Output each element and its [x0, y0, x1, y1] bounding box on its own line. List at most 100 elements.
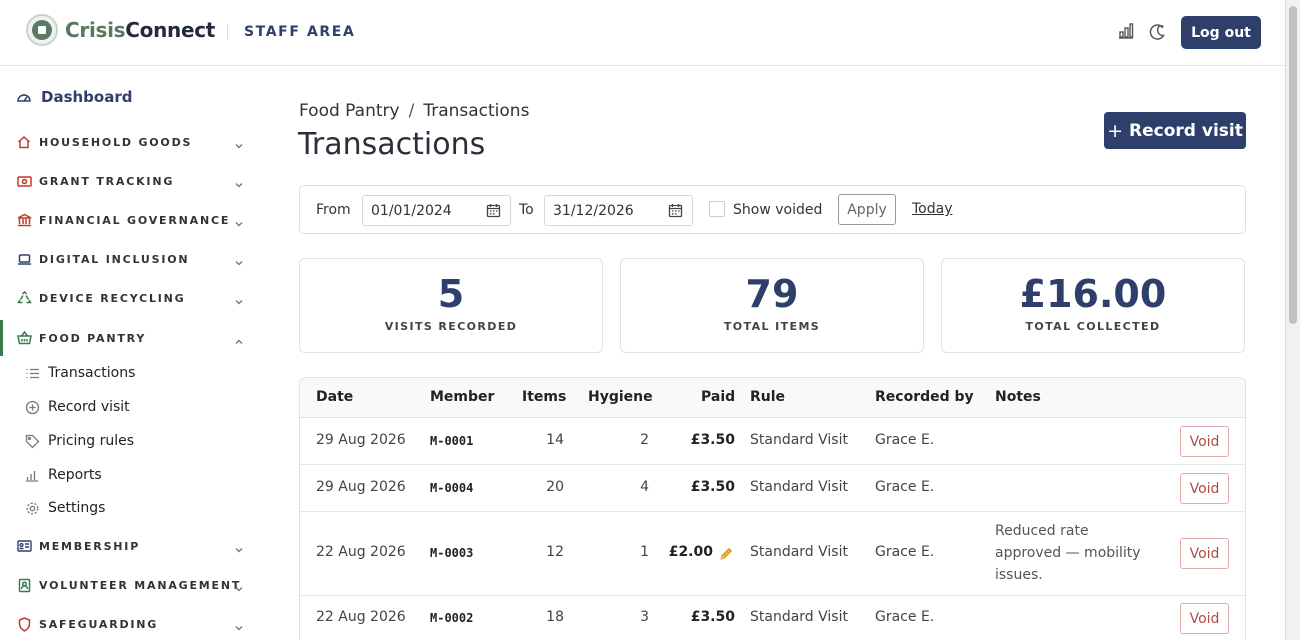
cell-rule: Standard Visit: [750, 479, 848, 495]
sidebar-item-transactions[interactable]: Transactions: [24, 365, 135, 381]
sidebar-item-dashboard[interactable]: Dashboard: [16, 88, 132, 106]
table-row: 29 Aug 2026 M-0004 20 4 £3.50 Standard V…: [300, 465, 1245, 512]
from-date-value: 01/01/2024: [371, 202, 452, 219]
gear-icon: [24, 500, 40, 516]
show-voided-checkbox[interactable]: [709, 201, 725, 217]
show-voided-label[interactable]: Show voided: [733, 202, 822, 218]
dashboard-label: Dashboard: [41, 88, 133, 106]
brand-name: CrisisConnect: [65, 18, 216, 42]
shield-icon: [16, 616, 32, 632]
table-row: 22 Aug 2026 M-0003 12 1 £2.00 Standard V…: [300, 512, 1245, 596]
today-link[interactable]: Today: [912, 201, 953, 217]
stat-card-collected: £16.00 Total collected: [941, 258, 1245, 353]
cell-rule: Standard Visit: [750, 609, 848, 625]
sidebar-group-grant-tracking[interactable]: Grant Tracking: [0, 163, 262, 199]
sidebar-group-label: Household Goods: [39, 135, 193, 149]
table-row: 22 Aug 2026 M-0002 18 3 £3.50 Standard V…: [300, 596, 1245, 640]
cell-rule: Standard Visit: [750, 544, 848, 560]
chevron-down-icon: [234, 292, 246, 305]
sidebar-group-device-recycling[interactable]: Device Recycling: [0, 280, 262, 316]
chevron-down-icon: [234, 540, 246, 553]
stat-label: Visits recorded: [384, 320, 518, 333]
column-header-items[interactable]: Items: [522, 389, 566, 405]
sidebar-group-volunteer-management[interactable]: Volunteer Management: [0, 567, 262, 603]
bank-icon: [16, 212, 32, 228]
cell-date: 29 Aug 2026: [316, 479, 406, 495]
cell-recorded-by: Grace E.: [875, 544, 935, 560]
column-header-member[interactable]: Member: [430, 389, 494, 405]
id-card-icon: [16, 538, 32, 554]
filter-bar: From 01/01/2024 To 31/12/2026 Show voide…: [299, 185, 1246, 234]
scrollbar-thumb[interactable]: [1289, 6, 1297, 324]
chevron-down-icon: [234, 253, 246, 266]
plus-circle-icon: [24, 399, 40, 415]
breadcrumb: Food Pantry / Transactions: [299, 101, 529, 121]
basket-icon: [16, 330, 32, 346]
column-header-notes[interactable]: Notes: [995, 389, 1041, 405]
sidebar-item-settings[interactable]: Settings: [24, 500, 105, 516]
column-header-paid[interactable]: Paid: [701, 389, 735, 405]
column-header-hygiene[interactable]: Hygiene: [588, 389, 653, 405]
dashboard-icon: [17, 94, 31, 102]
calendar-icon[interactable]: [486, 203, 501, 218]
badge-icon: [16, 577, 32, 593]
void-button[interactable]: Void: [1180, 538, 1229, 569]
sidebar-item-reports[interactable]: Reports: [24, 467, 102, 483]
sidebar-item-label: Pricing rules: [48, 433, 135, 449]
cell-recorded-by: Grace E.: [875, 609, 935, 625]
theme-toggle-icon[interactable]: [1147, 22, 1167, 42]
sidebar-group-label: Grant Tracking: [39, 174, 175, 188]
cell-date: 22 Aug 2026: [316, 544, 406, 560]
column-header-recorded-by[interactable]: Recorded by: [875, 389, 974, 405]
cell-date: 22 Aug 2026: [316, 609, 406, 625]
cell-recorded-by: Grace E.: [875, 432, 935, 448]
sidebar-group-household-goods[interactable]: Household Goods: [0, 124, 262, 160]
cell-items: 18: [546, 609, 564, 625]
sidebar-group-membership[interactable]: Membership: [0, 528, 262, 564]
crisisconnect-logo[interactable]: CrisisConnect: [26, 14, 215, 46]
void-button[interactable]: Void: [1180, 603, 1229, 634]
record-visit-button[interactable]: + Record visit: [1104, 112, 1246, 149]
stat-label: Total items: [723, 320, 821, 333]
stat-value: 79: [745, 272, 799, 316]
tag-icon: [24, 433, 40, 449]
list-icon: [24, 365, 40, 381]
page-scrollbar[interactable]: [1285, 0, 1300, 640]
sidebar-item-record-visit[interactable]: Record visit: [24, 399, 130, 415]
chart-icon[interactable]: [1117, 22, 1137, 42]
cell-hygiene: 1: [640, 544, 649, 560]
breadcrumb-separator: /: [408, 101, 415, 121]
to-date-value: 31/12/2026: [553, 202, 634, 219]
sidebar-group-food-pantry[interactable]: Food Pantry: [0, 320, 262, 356]
void-button[interactable]: Void: [1180, 426, 1229, 457]
cell-paid: £3.50: [690, 609, 735, 625]
apply-button[interactable]: Apply: [838, 194, 896, 225]
laptop-icon: [16, 251, 32, 267]
from-date-input[interactable]: 01/01/2024: [362, 195, 511, 226]
bar-chart-icon: [24, 467, 40, 483]
sidebar-group-safeguarding[interactable]: Safeguarding: [0, 606, 262, 640]
cell-items: 12: [546, 544, 564, 560]
cell-paid: £2.00: [668, 544, 713, 560]
sidebar: Dashboard Household Goods Grant Tracking…: [0, 66, 262, 640]
to-label: To: [519, 202, 534, 218]
sidebar-item-pricing-rules[interactable]: Pricing rules: [24, 433, 134, 449]
column-header-rule[interactable]: Rule: [750, 389, 785, 405]
logout-button[interactable]: Log out: [1181, 16, 1261, 49]
to-date-input[interactable]: 31/12/2026: [544, 195, 693, 226]
breadcrumb-food-pantry[interactable]: Food Pantry: [299, 101, 400, 121]
sidebar-group-digital-inclusion[interactable]: Digital Inclusion: [0, 241, 262, 277]
chevron-down-icon: [234, 579, 246, 592]
cell-paid: £3.50: [690, 432, 735, 448]
cell-hygiene: 4: [640, 479, 649, 495]
calendar-icon[interactable]: [668, 203, 683, 218]
cell-paid: £3.50: [690, 479, 735, 495]
plus-icon: +: [1107, 119, 1124, 142]
column-header-date[interactable]: Date: [316, 389, 353, 405]
header-divider: [227, 24, 228, 40]
chevron-down-icon: [234, 618, 246, 631]
void-button[interactable]: Void: [1180, 473, 1229, 504]
sidebar-item-label: Reports: [48, 467, 102, 483]
sidebar-group-financial-governance[interactable]: Financial Governance: [0, 202, 262, 238]
table-row: 29 Aug 2026 M-0001 14 2 £3.50 Standard V…: [300, 418, 1245, 465]
